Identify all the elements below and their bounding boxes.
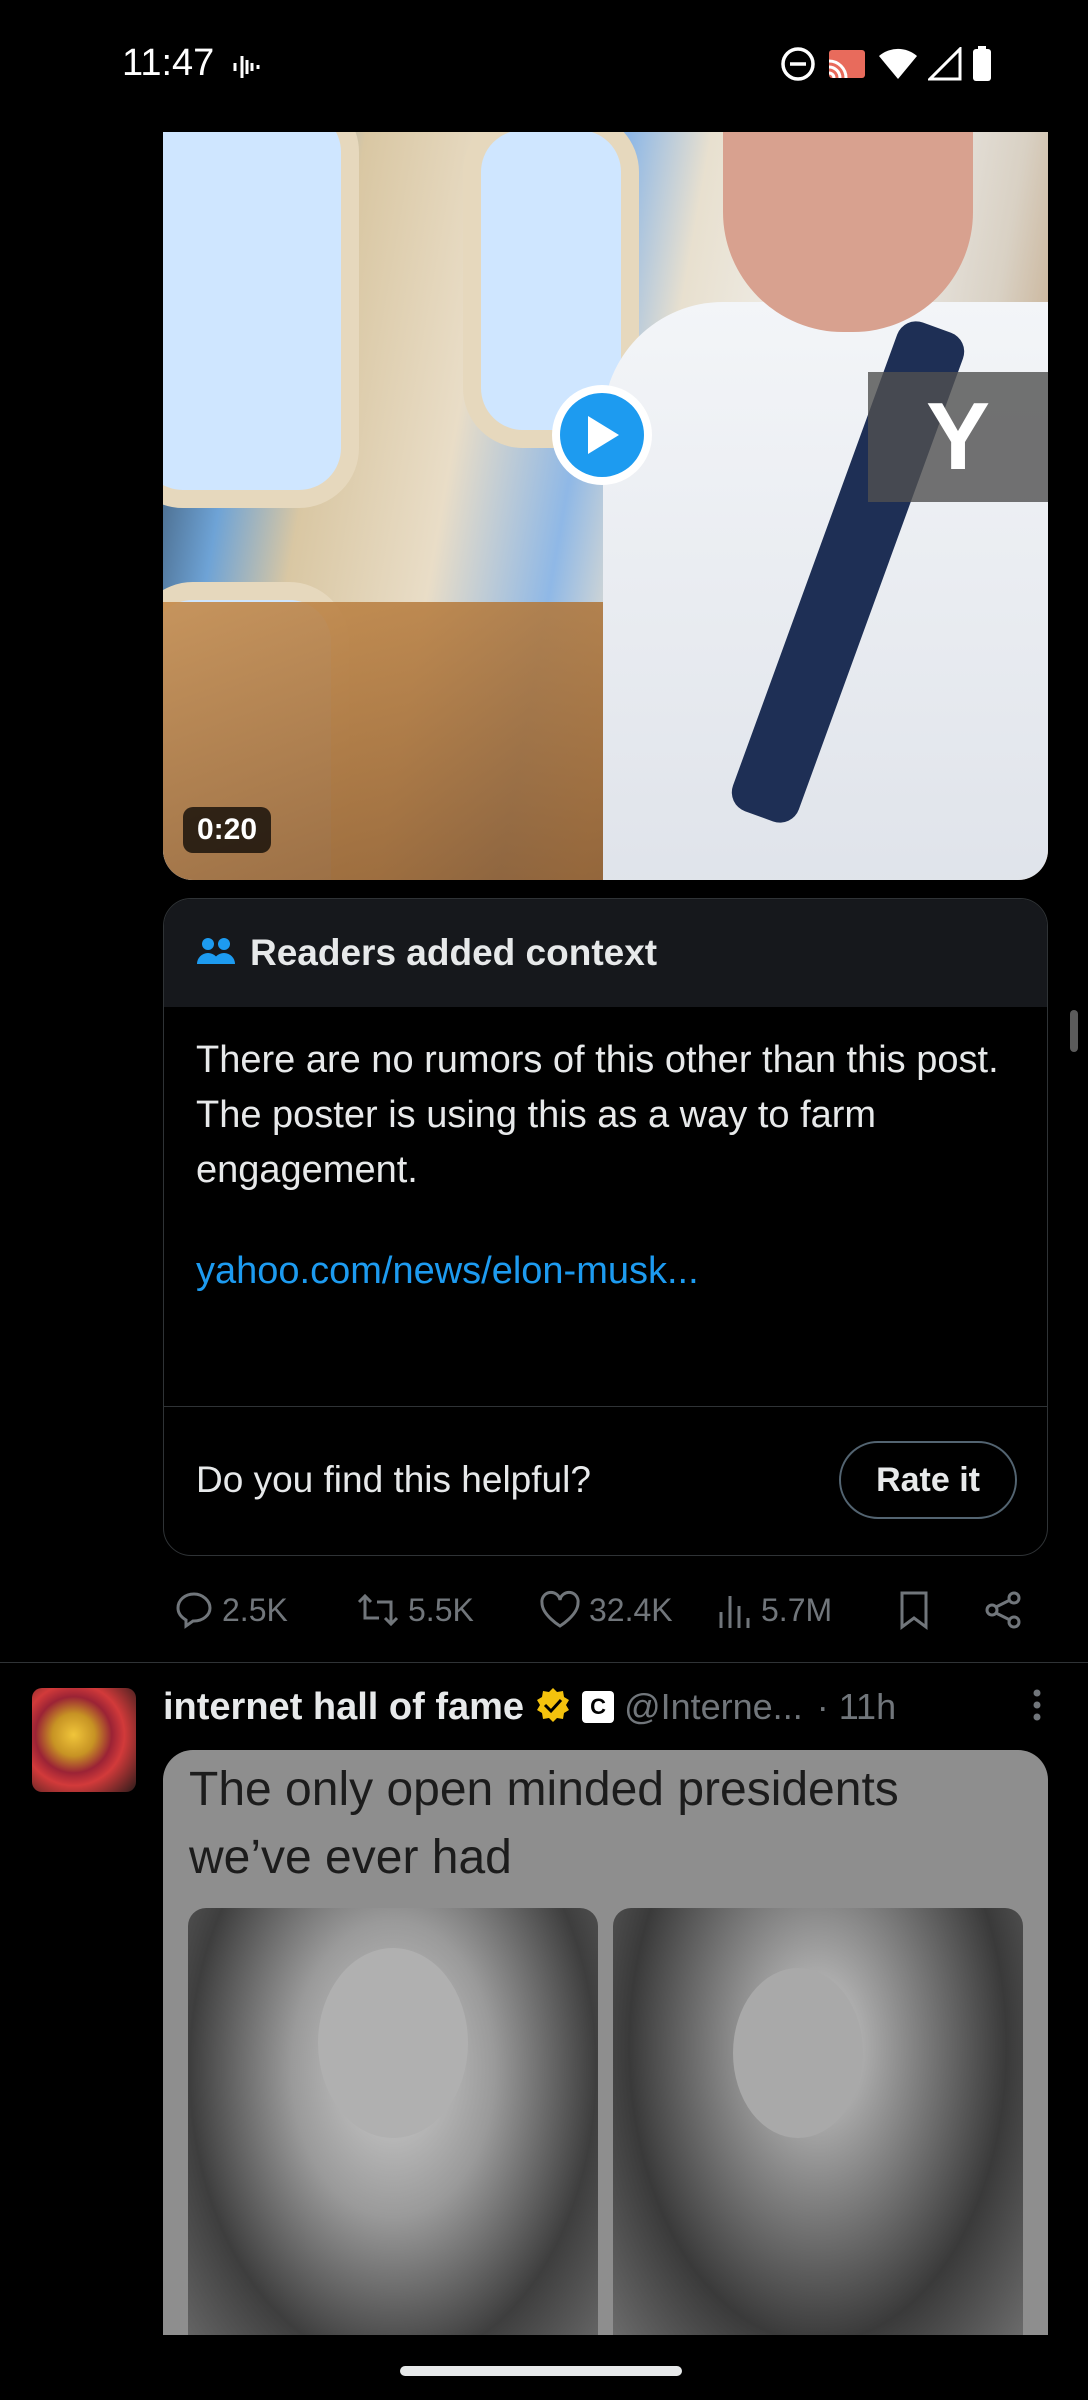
helpful-question: Do you find this helpful? (196, 1459, 591, 1500)
views-icon (717, 1590, 753, 1630)
note-text: There are no rumors of this other than t… (196, 1039, 999, 1191)
people-icon (196, 936, 236, 971)
video-duration: 0:20 (183, 807, 272, 853)
rate-it-button[interactable]: Rate it (839, 1441, 1017, 1519)
note-source-link[interactable]: yahoo.com/news/elon-musk... (196, 1250, 1015, 1293)
bookmark-icon (897, 1590, 931, 1630)
repost-button[interactable]: 5.5K (348, 1590, 531, 1630)
share-button[interactable] (975, 1590, 1023, 1630)
portrait-face (318, 1948, 468, 2138)
video-watermark: Y (868, 372, 1048, 502)
plane-window (163, 132, 359, 508)
more-options-icon[interactable] (1031, 1687, 1043, 1728)
repost-icon (356, 1590, 400, 1630)
status-icons (780, 46, 992, 82)
portrait-right (613, 1908, 1023, 2335)
share-icon (983, 1590, 1023, 1630)
wifi-icon (878, 47, 918, 81)
post-actions: 2.5K 5.5K 32.4K 5.7M (166, 1580, 1026, 1640)
repost-count: 5.5K (408, 1591, 474, 1628)
meme-caption-line-2: we’ve ever had (189, 1831, 512, 1884)
do-not-disturb-icon (780, 46, 816, 82)
reply-button[interactable]: 2.5K (166, 1590, 348, 1630)
bookmark-button[interactable] (889, 1590, 975, 1630)
avatar[interactable] (32, 1688, 136, 1792)
heart-icon (539, 1590, 581, 1630)
affiliate-badge: C (582, 1691, 615, 1723)
reply-icon (174, 1590, 214, 1630)
views-count: 5.7M (761, 1591, 833, 1628)
note-header: Readers added context (164, 899, 1047, 1007)
post-time: · 11h (816, 1686, 897, 1727)
views-button[interactable]: 5.7M (709, 1590, 889, 1630)
signal-icon (928, 47, 962, 81)
scrollbar[interactable] (1070, 1010, 1078, 1052)
portrait-face (733, 1968, 863, 2138)
portrait-left (188, 1908, 598, 2335)
author-handle[interactable]: @Interne... (624, 1686, 803, 1728)
reply-count: 2.5K (222, 1591, 288, 1628)
community-note: Readers added context There are no rumor… (163, 898, 1048, 1556)
meme-caption: The only open minded presidents we’ve ev… (189, 1756, 899, 1892)
like-button[interactable]: 32.4K (531, 1590, 709, 1630)
video-player[interactable]: Y 0:20 (163, 132, 1048, 880)
like-count: 32.4K (589, 1591, 673, 1628)
author-name[interactable]: internet hall of fame (163, 1686, 524, 1729)
status-bar: 11:47 (0, 0, 1088, 132)
post-header: internet hall of fame C @Interne... · 11… (163, 1680, 1043, 1734)
note-header-title: Readers added context (250, 932, 658, 973)
post-image[interactable]: The only open minded presidents we’ve ev… (163, 1750, 1048, 2335)
home-gesture-handle[interactable] (400, 2366, 682, 2376)
play-icon (560, 393, 644, 477)
voice-activity-icon (232, 52, 262, 87)
note-footer: Do you find this helpful? Rate it (196, 1407, 1017, 1553)
feed-divider (0, 1662, 1088, 1663)
cast-icon (826, 47, 868, 81)
battery-icon (972, 46, 992, 82)
status-time: 11:47 (122, 42, 215, 84)
verified-badge-icon (534, 1686, 572, 1729)
meme-caption-line-1: The only open minded presidents (189, 1763, 899, 1816)
play-button[interactable] (552, 385, 652, 485)
note-body: There are no rumors of this other than t… (164, 1007, 1047, 1293)
